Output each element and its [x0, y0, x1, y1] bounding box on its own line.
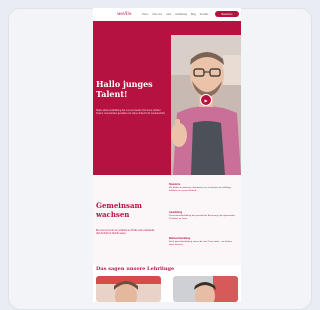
info-text: Praxisnahe Ausbildung mit persönlicher B…: [169, 215, 235, 220]
nav-item-jobs[interactable]: Jobs: [166, 13, 171, 16]
play-icon[interactable]: ▶: [200, 94, 212, 106]
testimonial-cards: [96, 276, 238, 302]
hero-text: Starte deine Ausbildung bei uns und werd…: [96, 109, 166, 115]
site-logo[interactable]: wellis: [117, 11, 132, 17]
apply-button[interactable]: Bewerben: [215, 11, 239, 17]
hero-title: Hallo junges Talent!: [96, 79, 153, 99]
nav-item-blog[interactable]: Blog: [191, 13, 196, 16]
nav-links: Home Über uns Jobs Ausbildung Blog Konta…: [142, 13, 208, 16]
info-label: Weiterentwicklung: [169, 237, 191, 240]
testimonials-title: Das sagen unsere Lehrlinge: [96, 266, 175, 272]
info-text: Nach deiner Ausbildung stehen dir viele …: [169, 241, 232, 246]
nav-item-about[interactable]: Über uns: [152, 13, 162, 16]
info-block: Standorte Wir bilden an mehreren Standor…: [169, 183, 237, 193]
testimonial-card[interactable]: [96, 276, 161, 302]
about-section: Gemeinsam wachsen Bei uns lernst du von …: [93, 175, 241, 265]
hero-section: Hallo junges Talent! Starte deine Ausbil…: [93, 21, 241, 175]
info-text: Wir bilden an mehreren Standorten aus un…: [169, 187, 231, 192]
nav-item-training[interactable]: Ausbildung: [175, 13, 187, 16]
testimonial-card[interactable]: [173, 276, 238, 302]
info-label: Standorte: [169, 183, 181, 186]
nav-item-contact[interactable]: Kontakt: [200, 13, 208, 16]
info-block: Ausbildung Praxisnahe Ausbildung mit per…: [169, 211, 237, 221]
top-nav: wellis Home Über uns Jobs Ausbildung Blo…: [93, 8, 241, 21]
section-title: Gemeinsam wachsen: [96, 201, 142, 219]
info-block: Weiterentwicklung Nach deiner Ausbildung…: [169, 237, 237, 247]
website-preview: wellis Home Über uns Jobs Ausbildung Blo…: [93, 8, 241, 302]
nav-item-home[interactable]: Home: [142, 13, 148, 16]
section-text: Bei uns lernst du von erfahrenen Profis …: [96, 229, 155, 235]
info-label: Ausbildung: [169, 211, 183, 214]
